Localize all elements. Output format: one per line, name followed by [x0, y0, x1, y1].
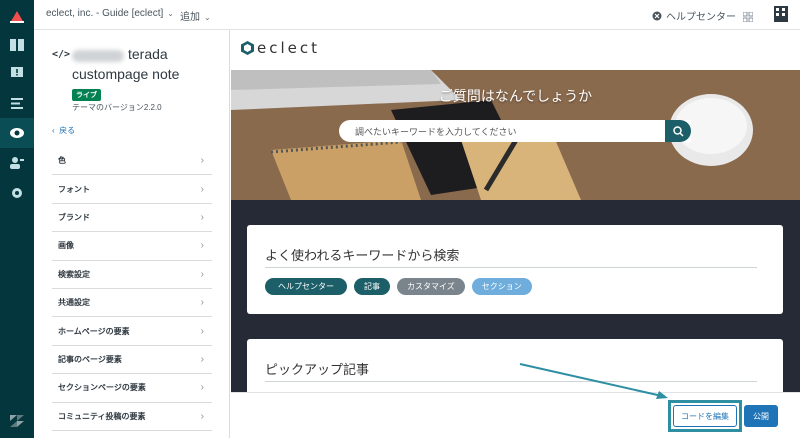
search-icon	[672, 125, 684, 137]
guide-book-icon[interactable]	[0, 30, 34, 60]
pickup-articles-title: ピックアップ記事	[265, 362, 370, 377]
chevron-right-icon: ›	[200, 382, 204, 394]
menu-item-images[interactable]: 画像 ›	[52, 232, 212, 261]
back-label: 戻る	[59, 126, 76, 135]
list-icon[interactable]	[0, 88, 34, 118]
alert-icon[interactable]	[0, 58, 34, 88]
users-icon[interactable]	[0, 148, 34, 178]
menu-item-brand[interactable]: ブランド ›	[52, 204, 212, 233]
menu-item-label: ホームページの要素	[58, 326, 130, 336]
menu-item-search-settings[interactable]: 検索設定 ›	[52, 261, 212, 289]
chevron-right-icon: ›	[200, 325, 204, 337]
chevron-right-icon: ›	[200, 183, 204, 195]
back-link[interactable]: ‹ 戻る	[52, 125, 75, 136]
help-center-label: ヘルプセンター	[666, 12, 736, 23]
menu-item-label: 画像	[58, 241, 74, 251]
divider	[265, 381, 757, 382]
top-bar: eclect, inc. - Guide [eclect] ⌄ 追加 ⌄ ヘルプセン…	[34, 0, 800, 30]
hero-title: ご質問はなんでしょうか	[438, 88, 593, 104]
chevron-right-icon: ›	[200, 211, 204, 223]
add-menu[interactable]: 追加 ⌄	[180, 8, 211, 23]
menu-item-color[interactable]: 色 ›	[52, 147, 212, 176]
account-switcher[interactable]: eclect, inc. - Guide [eclect] ⌄	[46, 8, 174, 19]
theme-title-line1: terada	[128, 46, 168, 62]
theme-settings-panel: </> terada custompage note ライブ テーマのバージョン…	[34, 30, 230, 438]
live-badge: ライブ	[72, 89, 101, 101]
logo-text: eclect	[257, 39, 320, 57]
menu-item-section-page-elements[interactable]: セクションページの要素 ›	[52, 374, 212, 403]
account-name: eclect, inc. - Guide [eclect]	[46, 8, 164, 19]
edit-code-button[interactable]: コードを編集	[673, 405, 737, 427]
menu-item-label: セクションページの要素	[58, 383, 146, 393]
menu-item-label: 記事のページ要素	[58, 354, 122, 364]
menu-item-label: 色	[58, 156, 66, 166]
menu-item-label: フォント	[58, 184, 90, 194]
eclect-logo-icon	[241, 41, 254, 55]
eye-icon[interactable]	[0, 118, 34, 148]
chevron-down-icon: ⌄	[204, 13, 211, 22]
theme-version: テーマのバージョン2.2.0	[72, 103, 162, 112]
hero-banner: ご質問はなんでしょうか 調べたいキーワードを入力してください	[231, 70, 800, 200]
pickup-articles-card: ピックアップ記事	[247, 339, 783, 392]
menu-item-font[interactable]: フォント ›	[52, 175, 212, 204]
menu-item-homepage-elements[interactable]: ホームページの要素 ›	[52, 317, 212, 346]
action-bar: コードを編集 公開	[231, 392, 800, 438]
code-icon: </>	[52, 49, 71, 60]
keyword-chips: ヘルプセンター 記事 カスタマイズ セクション	[265, 278, 532, 295]
apps-grid-icon[interactable]	[742, 9, 754, 27]
menu-item-label: 検索設定	[58, 269, 90, 279]
search-input[interactable]: 調べたいキーワードを入力してください	[339, 120, 691, 142]
divider	[265, 267, 757, 268]
preview-header: eclect	[231, 30, 800, 70]
menu-item-common-settings[interactable]: 共通設定 ›	[52, 289, 212, 318]
search-button[interactable]	[665, 120, 691, 142]
popular-keywords-title: よく使われるキーワードから検索	[265, 248, 460, 263]
theme-title-line2: custompage note	[72, 66, 180, 82]
publish-button[interactable]: 公開	[744, 405, 778, 427]
menu-item-label: ブランド	[58, 212, 90, 222]
chevron-right-icon: ›	[200, 353, 204, 365]
popular-keywords-card: よく使われるキーワードから検索 ヘルプセンター 記事 カスタマイズ セクション	[247, 225, 783, 314]
theme-preview: eclect ご質問はなんでしょうか 調べたいキーワードを入力してください よく…	[231, 30, 800, 392]
building-avatar-icon[interactable]	[774, 6, 788, 27]
menu-item-label: コミュニティ投稿の要素	[58, 411, 146, 421]
settings-menu: 色 › フォント › ブランド › 画像 › 検索設定 › 共通設定 › ホームページの要素…	[52, 147, 212, 431]
keyword-chip-help-center[interactable]: ヘルプセンター	[265, 278, 347, 295]
chevron-right-icon: ›	[200, 155, 204, 167]
add-label: 追加	[180, 12, 200, 23]
help-center-icon	[652, 11, 662, 20]
chevron-right-icon: ›	[200, 297, 204, 309]
keyword-chip-articles[interactable]: 記事	[354, 278, 390, 295]
menu-item-label: 共通設定	[58, 298, 90, 308]
chevron-down-icon: ⌄	[167, 9, 174, 18]
zendesk-logo-icon[interactable]	[0, 2, 34, 32]
gear-icon[interactable]	[0, 178, 34, 208]
product-rail	[0, 0, 34, 438]
chevron-right-icon: ›	[200, 268, 204, 280]
redacted-name	[72, 50, 124, 62]
keyword-chip-sections[interactable]: セクション	[471, 278, 532, 295]
chevron-right-icon: ›	[200, 240, 204, 252]
keyword-chip-customize[interactable]: カスタマイズ	[397, 278, 465, 295]
chevron-right-icon: ›	[200, 410, 204, 422]
zendesk-z-icon[interactable]	[0, 406, 34, 436]
menu-item-article-page-elements[interactable]: 記事のページ要素 ›	[52, 346, 212, 375]
help-center-link[interactable]: ヘルプセンター	[652, 8, 736, 23]
menu-item-community-post-elements[interactable]: コミュニティ投稿の要素 ›	[52, 403, 212, 431]
